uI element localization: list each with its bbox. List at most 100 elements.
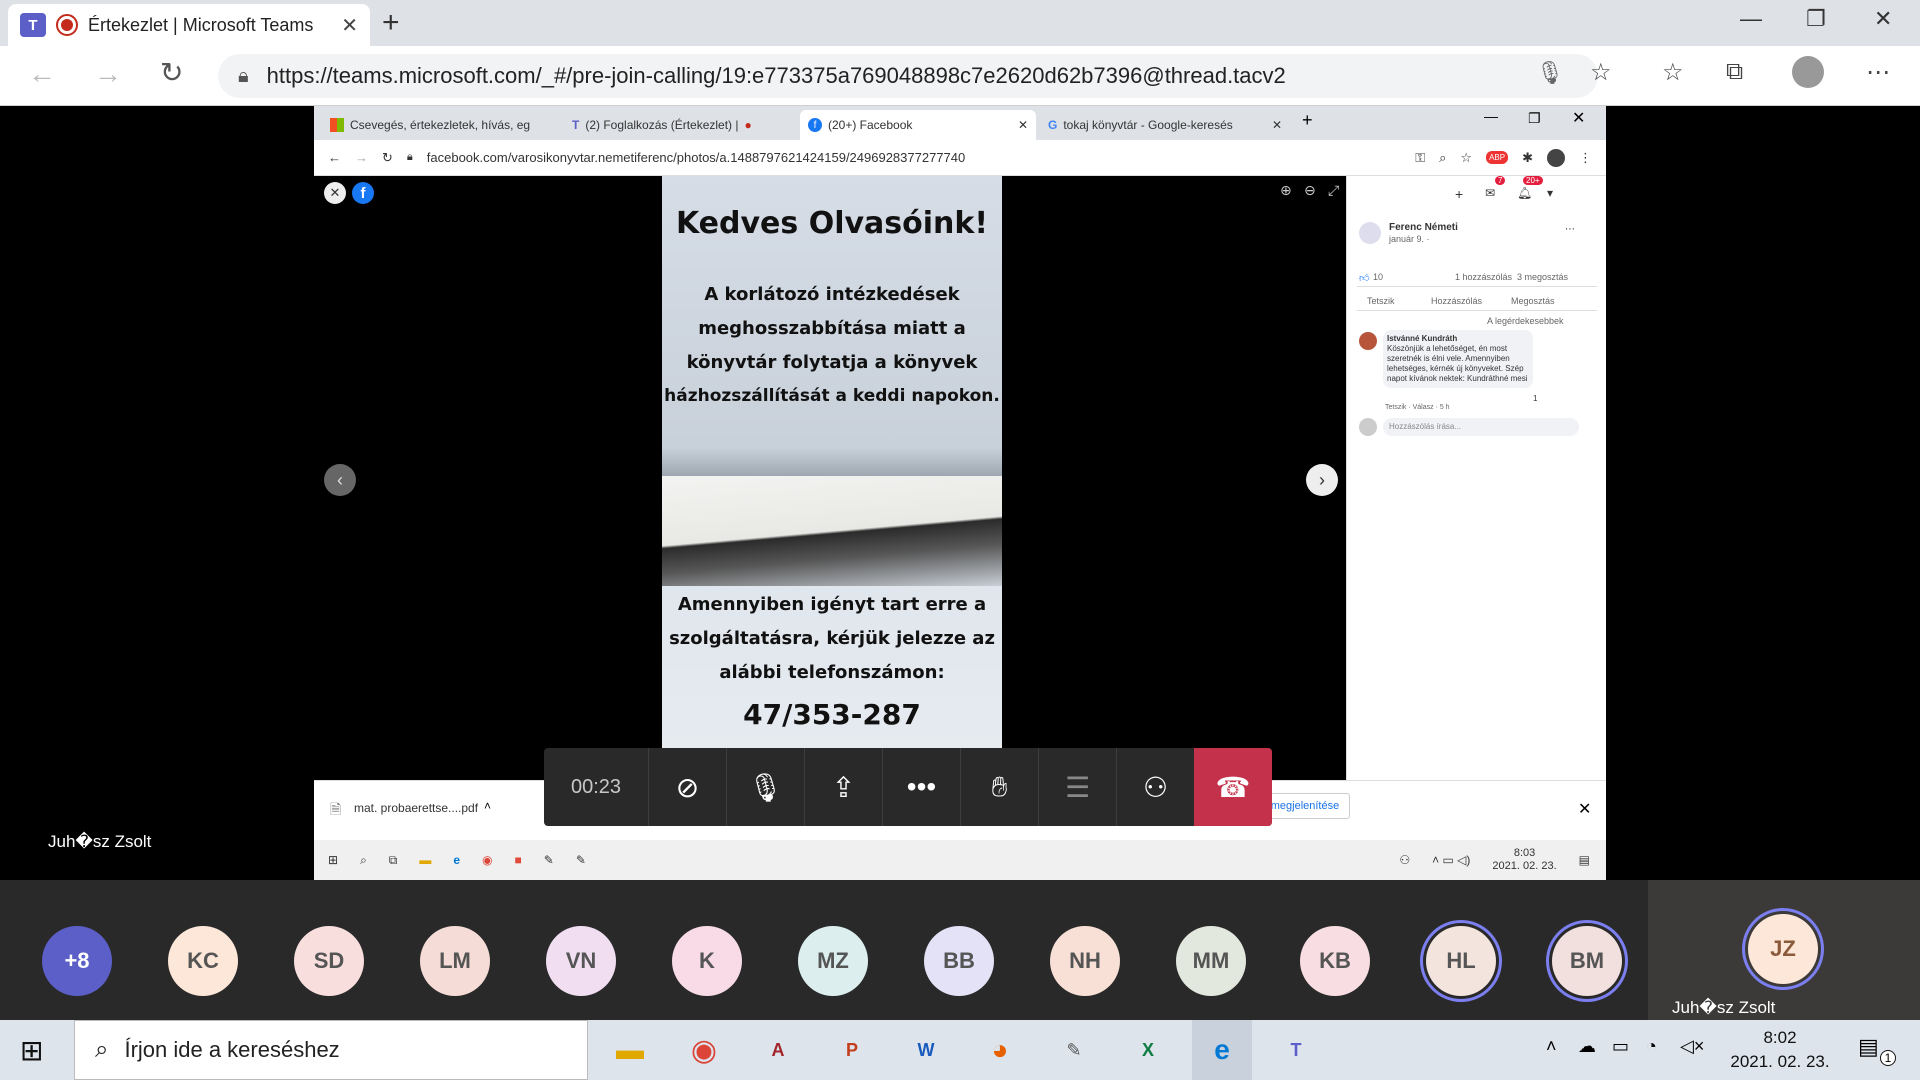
close-window-button[interactable]: ✕ (1874, 6, 1892, 32)
participant-avatar[interactable]: K (672, 926, 742, 996)
write-comment-input[interactable]: Hozzászólás írása... (1383, 418, 1579, 436)
maximize-window-button[interactable]: ❐ (1528, 110, 1541, 127)
powerpoint-icon[interactable]: P (822, 1020, 882, 1080)
chevron-up-icon[interactable]: ˄ (484, 799, 491, 813)
chrome-icon[interactable]: ◉ (674, 1020, 734, 1080)
participants-button[interactable]: ⚇ (1116, 748, 1194, 826)
share-button[interactable]: Megosztás (1511, 296, 1555, 306)
people-icon[interactable]: ⚇ (1399, 853, 1410, 867)
new-tab-button[interactable]: + (1302, 110, 1313, 131)
favorites-icon[interactable]: ☆ (1662, 58, 1684, 87)
participant-avatar[interactable]: KC (168, 926, 238, 996)
forward-icon[interactable]: → (355, 150, 368, 165)
more-actions-button[interactable]: ••• (882, 748, 960, 826)
adblock-icon[interactable]: ABP (1486, 151, 1509, 164)
overflow-participants[interactable]: +8 (42, 926, 112, 996)
comment-button[interactable]: Hozzászólás (1431, 296, 1482, 306)
account-menu-icon[interactable]: ▾ (1547, 186, 1553, 200)
taskbar-search-box[interactable]: ⌕ Írjon ide a kereséshez (74, 1020, 588, 1080)
file-explorer-icon[interactable]: ▬ (419, 853, 431, 867)
zoom-icon[interactable]: ⌕ (1439, 150, 1446, 166)
inner-tab-4[interactable]: G tokaj könyvtár - Google-keresés ✕ (1040, 110, 1290, 140)
app-icon[interactable]: ■ (515, 853, 522, 867)
camera-off-button[interactable]: ⊘ (648, 748, 726, 826)
show-hidden-icons[interactable]: ˄ (1546, 1036, 1557, 1057)
close-window-button[interactable]: ✕ (1572, 108, 1585, 128)
close-tab-icon[interactable]: ✕ (1272, 118, 1282, 132)
participant-avatar[interactable]: LM (420, 926, 490, 996)
previous-photo-button[interactable]: ‹ (324, 464, 356, 496)
close-viewer-icon[interactable]: ✕ (324, 182, 346, 204)
more-options-icon[interactable]: ⋮ (1579, 150, 1592, 166)
share-screen-button[interactable]: ⇪ (804, 748, 882, 826)
mute-button[interactable]: 🎙︎ (726, 748, 804, 826)
post-options-icon[interactable]: ⋯ (1565, 224, 1575, 235)
app-icon[interactable]: ✎ (576, 853, 586, 867)
new-tab-button[interactable]: + (382, 8, 400, 38)
fullscreen-icon[interactable]: ⤢ (1328, 182, 1339, 199)
back-icon[interactable]: ← (328, 150, 341, 165)
create-icon[interactable]: + (1455, 186, 1463, 202)
windows-start-icon[interactable]: ⊞ (20, 1034, 43, 1067)
messenger-icon[interactable]: ✉︎ (1485, 186, 1495, 200)
inner-address-bar[interactable]: ← → ↻ 🔒︎ facebook.com/varosikonyvtar.nem… (314, 140, 1606, 176)
chat-button[interactable]: ☰ (1038, 748, 1116, 826)
paint-icon[interactable]: ✎ (1044, 1020, 1104, 1080)
browser-tab-active[interactable]: T Értekezlet | Microsoft Teams ✕ (8, 4, 370, 46)
file-explorer-icon[interactable]: ▬ (600, 1020, 660, 1080)
search-icon[interactable]: ⌕ (360, 853, 367, 868)
avatar[interactable] (1359, 332, 1377, 350)
system-tray-icons[interactable]: ˄ ▭ ◁) (1432, 853, 1470, 867)
avatar[interactable] (1359, 222, 1381, 244)
teams-icon[interactable]: T (1266, 1020, 1326, 1080)
notification-center-icon[interactable]: ▤ (1858, 1034, 1879, 1060)
inner-tab-3[interactable]: f (20+) Facebook ✕ (800, 110, 1036, 140)
action-center-icon[interactable]: ▤ (1579, 853, 1590, 867)
address-bar[interactable]: 🔒︎ https://teams.microsoft.com/_#/pre-jo… (218, 54, 1598, 98)
minimize-window-button[interactable]: — (1740, 6, 1762, 32)
download-file-name[interactable]: mat. probaerettse....pdf (354, 801, 478, 815)
app-icon[interactable]: ✎ (544, 853, 554, 867)
edge-icon[interactable]: e (1192, 1020, 1252, 1080)
facebook-icon[interactable]: f (352, 182, 374, 204)
comment-author[interactable]: Istvánné Kundráth (1387, 334, 1529, 344)
windows-start-icon[interactable]: ⊞ (328, 853, 338, 867)
taskbar-clock[interactable]: 8:02 2021. 02. 23. (1720, 1026, 1840, 1074)
participant-avatar-speaking[interactable]: HL (1426, 926, 1496, 996)
close-download-bar-icon[interactable]: ✕ (1578, 799, 1591, 819)
excel-icon[interactable]: X (1118, 1020, 1178, 1080)
more-options-icon[interactable]: ⋯ (1866, 58, 1890, 87)
forward-icon[interactable]: → (94, 58, 122, 90)
microphone-icon[interactable]: 🎙︎ (1536, 60, 1564, 86)
extensions-icon[interactable]: ✱ (1522, 150, 1533, 166)
volume-muted-icon[interactable]: ◁× (1680, 1036, 1704, 1057)
word-icon[interactable]: W (896, 1020, 956, 1080)
participant-avatar[interactable]: MZ (798, 926, 868, 996)
raise-hand-button[interactable]: ✋︎ (960, 748, 1038, 826)
profile-avatar[interactable] (1792, 56, 1824, 88)
hang-up-button[interactable]: ☎︎ (1194, 748, 1272, 826)
task-view-icon[interactable]: ⧉ (389, 853, 398, 868)
post-author[interactable]: Ferenc Németi (1389, 222, 1458, 233)
participant-avatar[interactable]: BB (924, 926, 994, 996)
access-icon[interactable]: A (748, 1020, 808, 1080)
bookmark-star-icon[interactable]: ☆ (1460, 150, 1472, 166)
comment-meta[interactable]: Tetszik · Válasz · 5 h (1385, 404, 1450, 411)
notifications-icon[interactable]: 🔔︎ (1517, 186, 1532, 200)
add-favorite-icon[interactable]: ☆ (1590, 58, 1612, 87)
close-tab-icon[interactable]: ✕ (341, 13, 358, 38)
comment-sort-dropdown[interactable]: A legérdekesebbek (1487, 316, 1564, 326)
participant-avatar-speaking[interactable]: BM (1552, 926, 1622, 996)
participant-avatar[interactable]: MM (1176, 926, 1246, 996)
inner-tab-2[interactable]: T (2) Foglalkozás (Értekezlet) | ● (564, 110, 794, 140)
firefox-icon[interactable]: ◕ (970, 1020, 1030, 1080)
wifi-icon[interactable]: ◔ (1646, 1036, 1657, 1057)
inner-clock[interactable]: 8:03 2021. 02. 23. (1492, 847, 1556, 873)
chrome-icon[interactable]: ◉ (482, 853, 492, 867)
next-photo-button[interactable]: › (1306, 464, 1338, 496)
zoom-in-icon[interactable]: ⊕ (1280, 182, 1292, 199)
participant-avatar[interactable]: VN (546, 926, 616, 996)
inner-tab-1[interactable]: Csevegés, értekezletek, hívás, eg (322, 110, 562, 140)
refresh-icon[interactable]: ↻ (160, 56, 183, 89)
zoom-out-icon[interactable]: ⊖ (1304, 182, 1316, 199)
